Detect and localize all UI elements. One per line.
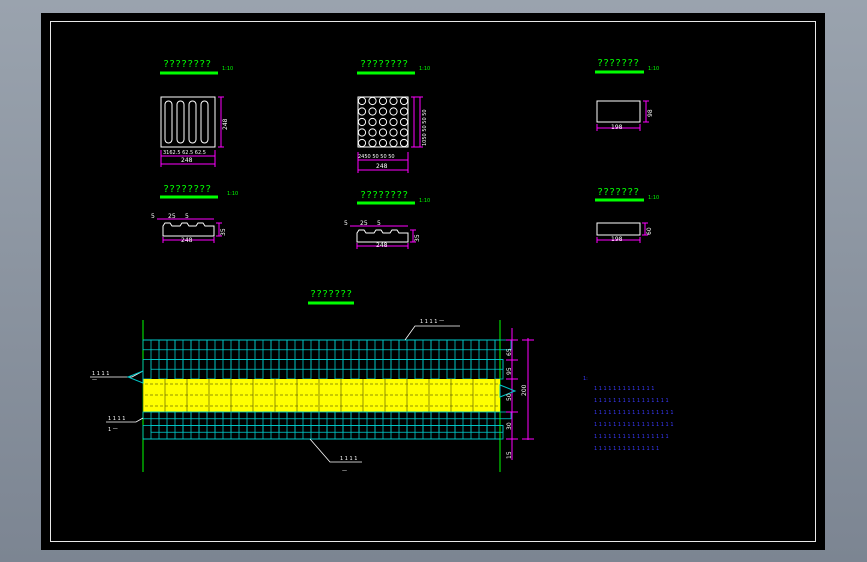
tactile-dot (389, 107, 398, 116)
paver-block (142, 359, 152, 380)
left-mid-leader-sub: 1 一 (108, 427, 118, 433)
strip-tile-plan-scale: 1:10 (222, 66, 234, 72)
notes-line-5: 1 1 1 1 1 1 1 1 1 1 1 1 1 1 1 1 (594, 434, 669, 440)
tactile-dot (378, 107, 388, 116)
tactile-dot (357, 96, 367, 106)
notes-line-6: 1 1 1 1 1 1 1 1 1 1 1 1 1 1 (594, 446, 660, 452)
pavement-dim-3: 50 (506, 393, 513, 401)
plain-plan-height-dim: 98 (647, 109, 654, 117)
left-mid-leader-tag: 1 1 1 1 (108, 416, 126, 422)
plain-sec-width-dim: 198 (611, 236, 623, 243)
pavement-plan-title: ??????? (310, 289, 353, 300)
tactile-dot (357, 117, 367, 127)
pavement-dim-4: 30 (506, 422, 513, 430)
tactile-dot (368, 117, 377, 127)
pavement-dim-1: 65 (506, 348, 513, 356)
bottom-leader-tag: 1 1 1 1 (340, 456, 358, 462)
pavement-total-dim: 200 (521, 384, 528, 396)
dot-sec-dim-c: 5 (377, 220, 381, 227)
dot-plan-sub-dim: 2450 50 50 50 (358, 154, 395, 160)
notes-line-3: 1 1 1 1 1 1 1 1 1 1 1 1 1 1 1 1 1 (594, 410, 674, 416)
strip-plan-width-dim: 248 (181, 157, 193, 164)
tactile-dot (368, 128, 377, 137)
cad-drawing (90, 70, 649, 472)
tactile-dot (368, 107, 377, 116)
strip-plan-height-dim: 248 (222, 118, 229, 130)
tactile-dot (357, 138, 367, 148)
notes-line-2: 1 1 1 1 1 1 1 1 1 1 1 1 1 1 1 1 (594, 398, 669, 404)
tactile-dot (399, 96, 409, 106)
plain-tile-plan-title: ??????? (597, 58, 640, 69)
tactile-dot (378, 138, 388, 148)
tactile-dot (389, 128, 398, 137)
tactile-dot (357, 107, 367, 116)
left-top-leader-tag: 1 1 1 1 (92, 371, 110, 377)
plain-tile-section-scale: 1:10 (648, 195, 660, 201)
strip-tile-section-title: ???????? (163, 184, 212, 195)
strip-sec-dim-c: 5 (185, 213, 189, 220)
bottom-leader-sub: 一 (342, 469, 348, 475)
plain-tile-section (596, 222, 648, 243)
dot-sec-height-dim: 35 (414, 234, 421, 242)
tactile-dot (389, 138, 398, 148)
pavement-dim-2: 95 (506, 367, 513, 375)
strip-tile-section-scale: 1:10 (227, 191, 239, 197)
tactile-dot (389, 117, 398, 127)
plain-tile-plan-scale: 1:10 (648, 66, 660, 72)
dot-tile-plan-scale: 1:10 (419, 66, 431, 72)
notes-line-4: 1 1 1 1 1 1 1 1 1 1 1 1 1 1 1 1 1 (594, 422, 674, 428)
dot-tile-plan-title: ???????? (360, 59, 409, 70)
top-leader-tag: 1 1 1 1 一 (420, 319, 445, 325)
plain-sec-height-dim: 60 (646, 227, 653, 235)
tactile-dot (368, 96, 377, 106)
pavement-plan (90, 320, 534, 472)
notes-heading: 1: (583, 376, 588, 382)
left-top-leader-sub: 一 (92, 378, 98, 384)
strip-sec-height-dim: 35 (220, 228, 227, 236)
tactile-dot (357, 128, 367, 137)
title-underlines (160, 70, 644, 305)
tactile-dot (378, 117, 388, 127)
dot-sec-width-dim: 248 (376, 242, 388, 249)
dot-tile-section-scale: 1:10 (419, 198, 431, 204)
tactile-dot (399, 107, 409, 116)
notes-line-1: 1 1 1 1 1 1 1 1 1 1 1 1 1 (594, 386, 655, 392)
strip-tile-plan (160, 96, 224, 167)
dot-tile-section-title: ???????? (360, 190, 409, 201)
strip-plan-sub-dim: 3162.5 62.5 62.5 (163, 150, 206, 156)
dot-tile-plan (357, 96, 423, 173)
dot-sec-dim-b: 25 (360, 220, 368, 227)
strip-sec-dim-b: 25 (168, 213, 176, 220)
plain-plan-width-dim: 198 (611, 124, 623, 131)
pavement-dim-5: 15 (506, 451, 513, 459)
tactile-dot (378, 96, 388, 106)
paver-block (494, 411, 512, 420)
dot-plan-height-dim: 1050 50 50 50 (422, 109, 428, 146)
dot-plan-width-dim: 248 (376, 163, 388, 170)
plain-tile-section-title: ??????? (597, 187, 640, 198)
strip-tile-plan-title: ???????? (163, 59, 212, 70)
tactile-dot (399, 138, 409, 148)
strip-sec-dim-a: 5 (151, 213, 155, 220)
tactile-dot (368, 138, 377, 148)
tactile-dot (378, 128, 388, 137)
tactile-dot (399, 128, 409, 137)
plain-tile-plan (596, 100, 649, 131)
strip-sec-width-dim: 248 (181, 237, 193, 244)
tactile-dot (389, 96, 398, 106)
paver-block (142, 425, 152, 440)
tactile-dot (399, 117, 409, 127)
dot-sec-dim-a: 5 (344, 220, 348, 227)
